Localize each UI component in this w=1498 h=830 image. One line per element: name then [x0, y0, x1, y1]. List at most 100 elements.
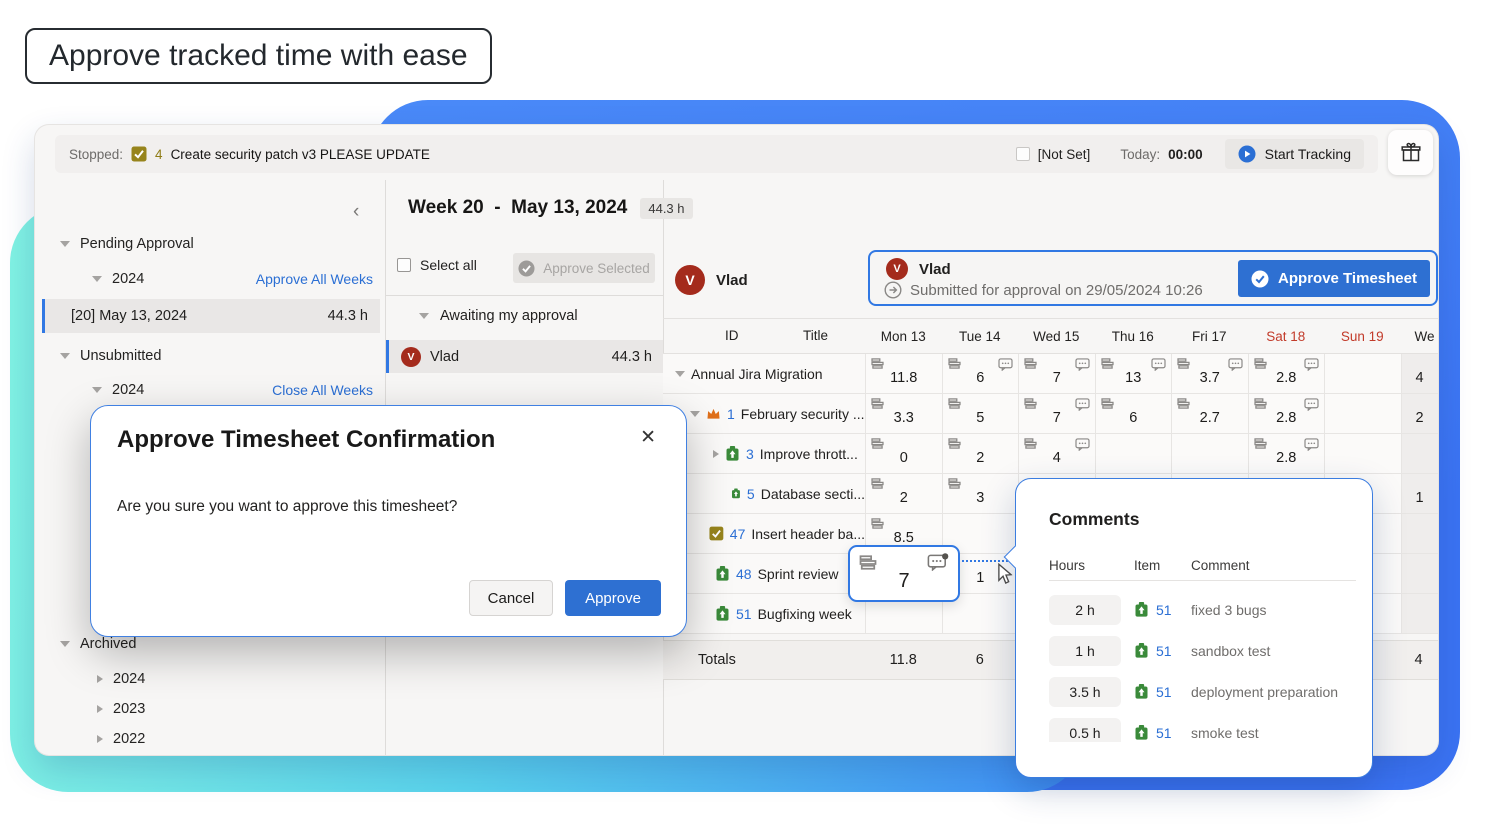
close-icon[interactable]: ✕	[640, 426, 656, 449]
hours-cell[interactable]: 3.7	[1171, 354, 1248, 394]
issue-cell[interactable]: 3 Improve thrott...	[663, 434, 865, 474]
sidebar-week-item-selected[interactable]: [20] May 13, 2024 44.3 h	[42, 299, 380, 333]
hours-cell[interactable]: 2.7	[1171, 394, 1248, 434]
tracker-icon	[1024, 438, 1037, 449]
approve-button[interactable]: Approve	[565, 580, 661, 616]
chevron-down-icon[interactable]	[60, 241, 70, 247]
table-row[interactable]: 3 Improve thrott... 0 2 4 2.8	[663, 434, 1438, 474]
comment-text: sandbox test	[1191, 643, 1356, 659]
crown-icon	[706, 407, 721, 420]
hours-cell-empty[interactable]	[1324, 354, 1401, 394]
cancel-button[interactable]: Cancel	[469, 580, 553, 616]
stopped-label: Stopped:	[69, 147, 123, 162]
hours-cell[interactable]: 2.8	[1248, 394, 1325, 434]
col-comment: Comment	[1191, 558, 1341, 573]
header-day[interactable]: Fri 17	[1171, 329, 1248, 344]
chevron-right-icon[interactable]	[97, 735, 103, 743]
header-day[interactable]: Wed 15	[1018, 329, 1095, 344]
task-check-icon	[709, 526, 724, 541]
chevron-down-icon[interactable]	[92, 387, 102, 393]
sidebar-item-pending-approval[interactable]: Pending Approval	[60, 233, 194, 255]
hours-cell[interactable]: 13	[1095, 354, 1172, 394]
chevron-down-icon[interactable]	[60, 641, 70, 647]
not-set-checkbox[interactable]	[1016, 147, 1030, 161]
hours-cell[interactable]: 2.8	[1248, 434, 1325, 474]
issue-cell[interactable]: 51 Bugfixing week	[663, 594, 865, 634]
table-row[interactable]: Annual Jira Migration 11.8 6 7 13 3.7 2.…	[663, 354, 1438, 394]
sidebar-item-archived-2024[interactable]: 2024	[97, 668, 145, 690]
hours-cell-empty[interactable]	[1324, 394, 1401, 434]
hours-cell[interactable]: 7	[1018, 394, 1095, 434]
issue-cell[interactable]: Annual Jira Migration	[663, 354, 865, 394]
hovered-hours-cell[interactable]: 7	[848, 545, 960, 602]
hours-cell-empty[interactable]	[1095, 434, 1172, 474]
comment-notification-icon[interactable]	[927, 553, 949, 571]
hours-cell-empty[interactable]	[1171, 434, 1248, 474]
comment-row[interactable]: 1 h 51 sandbox test	[1049, 630, 1356, 671]
approve-all-weeks-link[interactable]: Approve All Weeks	[256, 271, 373, 287]
gift-button[interactable]	[1388, 130, 1433, 175]
week-total-cell	[1401, 434, 1439, 474]
hours-cell[interactable]: 6	[1095, 394, 1172, 434]
comment-text: smoke test	[1191, 725, 1356, 741]
chevron-down-icon[interactable]	[690, 411, 700, 417]
improvement-icon	[1134, 725, 1149, 740]
awaiting-approval-group[interactable]: Awaiting my approval	[419, 308, 578, 324]
issue-cell[interactable]: 47 Insert header ba...	[663, 514, 865, 554]
hours-cell[interactable]: 2	[942, 434, 1019, 474]
hours-cell[interactable]: 3.3	[865, 394, 942, 434]
sidebar-item-pending-2024[interactable]: 2024 Approve All Weeks	[92, 268, 373, 290]
hours-cell[interactable]: 0	[865, 434, 942, 474]
hours-cell[interactable]: 3	[942, 474, 1019, 514]
chevron-right-icon[interactable]	[97, 675, 103, 683]
comment-row[interactable]: 2 h 51 fixed 3 bugs	[1049, 589, 1356, 630]
start-tracking-button[interactable]: Start Tracking	[1225, 139, 1364, 169]
select-all-row: Select all	[397, 257, 477, 273]
issue-cell[interactable]: 48 Sprint review	[663, 554, 865, 594]
improvement-icon	[715, 606, 730, 621]
tracker-icon	[871, 438, 884, 449]
chevron-right-icon[interactable]	[97, 705, 103, 713]
approve-timesheet-button[interactable]: Approve Timesheet	[1238, 260, 1430, 297]
hours-cell[interactable]: 6	[942, 354, 1019, 394]
avatar: V	[401, 347, 421, 367]
sidebar-item-unsubmitted[interactable]: Unsubmitted	[60, 345, 161, 367]
task-title[interactable]: Create security patch v3 PLEASE UPDATE	[171, 147, 430, 162]
sidebar-item-archived-2022[interactable]: 2022	[97, 728, 145, 750]
play-icon	[1238, 145, 1256, 163]
comment-row[interactable]: 0.5 h 51 smoke test	[1049, 712, 1356, 742]
header-day[interactable]: Mon 13	[865, 329, 942, 344]
hours-cell[interactable]: 2.8	[1248, 354, 1325, 394]
chevron-right-icon[interactable]	[713, 450, 719, 458]
hours-cell-empty[interactable]	[1324, 434, 1401, 474]
chevron-down-icon[interactable]	[675, 371, 685, 377]
chevron-down-icon[interactable]	[92, 276, 102, 282]
approve-selected-button[interactable]: Approve Selected	[513, 253, 655, 283]
sidebar-item-archived-2023[interactable]: 2023	[97, 698, 145, 720]
header-day-weekend[interactable]: Sun 19	[1324, 329, 1401, 344]
sidebar-collapse-icon[interactable]: ‹	[353, 201, 359, 223]
hours-cell[interactable]: 2	[865, 474, 942, 514]
table-header-row: ID Title Mon 13 Tue 14 Wed 15 Thu 16 Fri…	[663, 318, 1438, 354]
hours-cell[interactable]: 4	[1018, 434, 1095, 474]
header-day[interactable]: Tue 14	[942, 329, 1019, 344]
person-row-vlad[interactable]: V Vlad 44.3 h	[386, 340, 663, 373]
chevron-down-icon[interactable]	[60, 353, 70, 359]
totals-value: 6	[942, 652, 1019, 668]
totals-week-value: 4	[1401, 652, 1439, 668]
improvement-icon	[715, 566, 730, 581]
hours-cell[interactable]: 5	[942, 394, 1019, 434]
sidebar-item-unsubmitted-2024[interactable]: 2024 Close All Weeks	[92, 379, 373, 401]
comment-row[interactable]: 3.5 h 51 deployment preparation	[1049, 671, 1356, 712]
select-all-checkbox[interactable]	[397, 258, 411, 272]
chevron-down-icon[interactable]	[419, 313, 429, 319]
issue-cell[interactable]: 1 February security ...	[663, 394, 865, 434]
table-row[interactable]: 1 February security ... 3.3 5 7 6 2.7 2.…	[663, 394, 1438, 434]
close-all-weeks-link[interactable]: Close All Weeks	[272, 382, 373, 398]
hours-cell[interactable]: 11.8	[865, 354, 942, 394]
issue-cell[interactable]: 5 Database secti...	[663, 474, 865, 514]
check-circle-icon	[518, 260, 535, 277]
header-day-weekend[interactable]: Sat 18	[1248, 329, 1325, 344]
hours-cell[interactable]: 7	[1018, 354, 1095, 394]
header-day[interactable]: Thu 16	[1095, 329, 1172, 344]
